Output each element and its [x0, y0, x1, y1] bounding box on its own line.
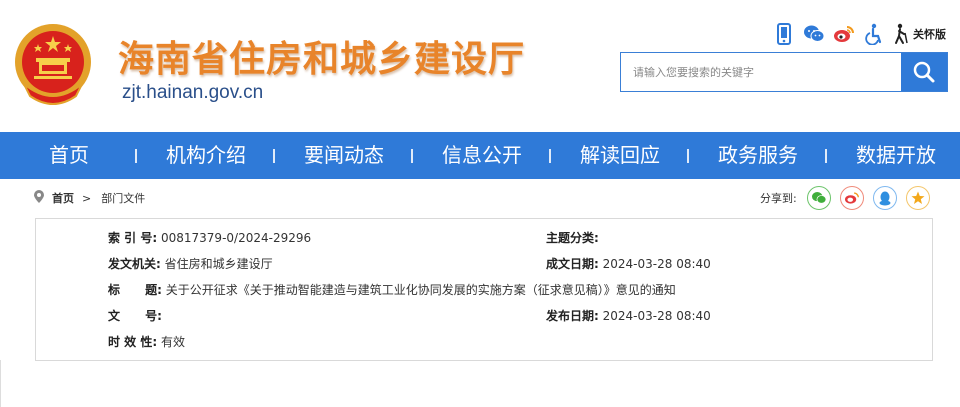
share-bar: 分享到: — [760, 186, 939, 210]
topic-category-row: 主题分类: — [546, 228, 599, 248]
breadcrumb-home[interactable]: 首页 — [52, 190, 74, 206]
nav-separator — [135, 149, 137, 163]
care-mode-link[interactable]: 关怀版 — [913, 26, 946, 42]
published-date-value: 2024-03-28 08:40 — [602, 309, 711, 323]
nav-separator — [825, 149, 827, 163]
search-button[interactable] — [901, 53, 947, 91]
nav-item-open-data[interactable]: 数据开放 — [856, 132, 936, 179]
share-weibo-button[interactable] — [839, 186, 864, 210]
share-label: 分享到: — [760, 192, 797, 205]
issuer-value: 省住房和城乡建设厅 — [164, 257, 273, 271]
weibo-icon[interactable] — [833, 23, 855, 45]
title-value: 关于公开征求《关于推动智能建造与建筑工业化协同发展的实施方案（征求意见稿）》意见… — [165, 283, 676, 297]
index-number-value: 00817379-0/2024-29296 — [160, 231, 312, 245]
title-row: 标 题: 关于公开征求《关于推动智能建造与建筑工业化协同发展的实施方案（征求意见… — [108, 280, 676, 300]
title-label: 标 题: — [108, 283, 162, 297]
issuer-row: 发文机关: 省住房和城乡建设厅 — [108, 254, 273, 274]
qzone-star-icon — [911, 191, 925, 204]
top-utility-icons: 关怀版 — [773, 22, 946, 46]
search-icon — [913, 61, 935, 83]
index-number-label: 索 引 号: — [108, 231, 158, 245]
page-edge-divider — [0, 360, 1, 407]
nav-item-home[interactable]: 首页 — [49, 132, 89, 179]
nav-item-organization[interactable]: 机构介绍 — [166, 132, 246, 179]
mobile-icon[interactable] — [773, 23, 795, 45]
search-box — [620, 52, 948, 92]
share-qq-button[interactable] — [872, 186, 897, 210]
nav-item-interpretation[interactable]: 解读回应 — [580, 132, 660, 179]
issuer-label: 发文机关: — [108, 257, 161, 271]
nav-separator — [687, 149, 689, 163]
site-url[interactable]: zjt.hainan.gov.cn — [122, 82, 263, 104]
location-pin-icon — [34, 190, 44, 206]
created-date-label: 成文日期: — [546, 257, 599, 271]
national-emblem-icon — [12, 22, 94, 112]
weibo-icon — [844, 192, 859, 204]
share-wechat-button[interactable] — [806, 186, 831, 210]
document-number-row: 文 号: — [108, 306, 162, 326]
nav-separator — [549, 149, 551, 163]
nav-item-disclosure[interactable]: 信息公开 — [442, 132, 522, 179]
nav-separator — [273, 149, 275, 163]
created-date-value: 2024-03-28 08:40 — [602, 257, 711, 271]
index-number-row: 索 引 号: 00817379-0/2024-29296 — [108, 228, 311, 248]
elderly-care-icon[interactable] — [893, 23, 909, 45]
nav-item-news[interactable]: 要闻动态 — [304, 132, 384, 179]
nav-separator — [411, 149, 413, 163]
nav-item-services[interactable]: 政务服务 — [718, 132, 798, 179]
breadcrumb: 首页 > 部门文件 — [34, 189, 145, 207]
topic-category-label: 主题分类: — [546, 231, 599, 245]
created-date-row: 成文日期: 2024-03-28 08:40 — [546, 254, 711, 274]
site-title[interactable]: 海南省住房和城乡建设厅 — [118, 30, 525, 82]
share-qzone-button[interactable] — [905, 186, 930, 210]
breadcrumb-current[interactable]: 部门文件 — [101, 190, 145, 206]
accessibility-icon[interactable] — [863, 23, 885, 45]
published-date-row: 发布日期: 2024-03-28 08:40 — [546, 306, 711, 326]
validity-label: 时 效 性: — [108, 335, 158, 349]
wechat-icon — [811, 192, 827, 204]
breadcrumb-arrow: > — [82, 191, 92, 205]
validity-row: 时 效 性: 有效 — [108, 332, 185, 352]
validity-value: 有效 — [160, 335, 185, 349]
published-date-label: 发布日期: — [546, 309, 599, 323]
search-input[interactable] — [621, 53, 901, 91]
site-header: 海南省住房和城乡建设厅 zjt.hainan.gov.cn 关怀版 — [0, 0, 960, 132]
main-nav: 首页 机构介绍 要闻动态 信息公开 解读回应 政务服务 数据开放 — [0, 132, 960, 179]
document-metadata-panel: 索 引 号: 00817379-0/2024-29296 主题分类: 发文机关:… — [35, 218, 933, 361]
wechat-icon[interactable] — [803, 23, 825, 45]
document-number-label: 文 号: — [108, 309, 162, 323]
qq-icon — [879, 191, 891, 205]
